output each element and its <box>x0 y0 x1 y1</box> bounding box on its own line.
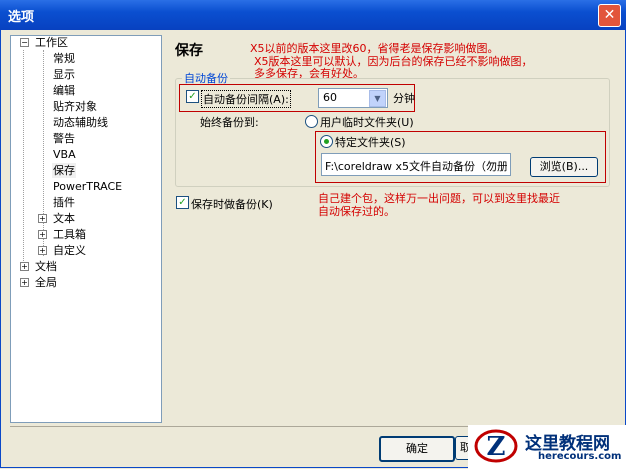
tree-item-label: 显示 <box>53 68 75 81</box>
save-backup-label[interactable]: 保存时做备份(K) <box>191 196 273 212</box>
tree-item-label: 动态辅助线 <box>53 116 108 129</box>
folder-path-input[interactable]: F:\coreldraw x5文件自动备份（勿册 <box>321 153 511 176</box>
close-icon: ✕ <box>603 7 616 23</box>
tree-item-label: VBA <box>53 148 76 161</box>
watermark-url: herecours.com <box>538 451 622 462</box>
interval-value: 60 <box>323 91 337 104</box>
radio-specific-folder[interactable] <box>320 135 333 148</box>
expand-icon[interactable]: + <box>20 262 29 271</box>
expand-icon[interactable]: + <box>20 278 29 287</box>
tree-item-label: 全局 <box>35 276 57 289</box>
tree-item-label: 插件 <box>53 196 75 209</box>
check-icon: ✓ <box>188 91 197 102</box>
window-title: 选项 <box>8 10 35 25</box>
tree-guide-line <box>23 50 24 261</box>
interval-select[interactable]: 60 ▼ <box>318 88 388 108</box>
radio-temp-folder-label[interactable]: 用户临时文件夹(U) <box>320 114 414 130</box>
watermark-logo-letter: Z <box>487 432 506 462</box>
collapse-icon[interactable]: − <box>20 38 29 47</box>
browse-button[interactable]: 浏览(B)... <box>530 157 598 177</box>
tree-item-label: 常规 <box>53 52 75 65</box>
tree-item-label: 文本 <box>53 212 75 225</box>
annotation-text: 自己建个包，这样万一出问题，可以到这里找最近 <box>318 192 560 205</box>
close-button[interactable]: ✕ <box>598 4 621 27</box>
tree-guide-line <box>43 50 44 256</box>
tree-item-label: 警告 <box>53 132 75 145</box>
tree-item-label: 贴齐对象 <box>53 100 97 113</box>
watermark-logo-icon: Z <box>474 429 518 463</box>
expand-icon[interactable]: + <box>38 246 47 255</box>
title-bar <box>0 0 626 30</box>
tree-item-label: 保存 <box>52 163 76 178</box>
auto-backup-checkbox[interactable]: ✓ <box>186 90 199 103</box>
expand-icon[interactable]: + <box>38 214 47 223</box>
annotation-text: X5以前的版本这里改60，省得老是保存影响做图。 <box>250 42 499 55</box>
tree-item-label: 自定义 <box>53 244 86 257</box>
interval-unit: 分钟 <box>393 92 415 105</box>
tree-item-label: 工具箱 <box>53 228 86 241</box>
folder-path-value: F:\coreldraw x5文件自动备份（勿册 <box>325 160 507 173</box>
page-title: 保存 <box>175 43 203 59</box>
expand-icon[interactable]: + <box>38 230 47 239</box>
chevron-down-icon[interactable]: ▼ <box>369 90 386 107</box>
check-icon: ✓ <box>178 197 187 208</box>
radio-specific-folder-label[interactable]: 特定文件夹(S) <box>335 134 406 150</box>
tree-item-label: 工作区 <box>35 36 68 49</box>
always-backup-label: 始终备份到: <box>200 116 259 129</box>
tree-item-label: PowerTRACE <box>53 180 123 193</box>
annotation-text: 自动保存过的。 <box>318 205 395 218</box>
ok-button[interactable]: 确定 <box>379 436 455 462</box>
save-backup-checkbox[interactable]: ✓ <box>176 196 189 209</box>
radio-temp-folder[interactable] <box>305 115 318 128</box>
auto-backup-label[interactable]: 自动备份间隔(A): <box>201 90 291 108</box>
radio-dot <box>324 139 329 144</box>
tree-item-label: 编辑 <box>53 84 75 97</box>
tree-item-label: 文档 <box>35 260 57 273</box>
